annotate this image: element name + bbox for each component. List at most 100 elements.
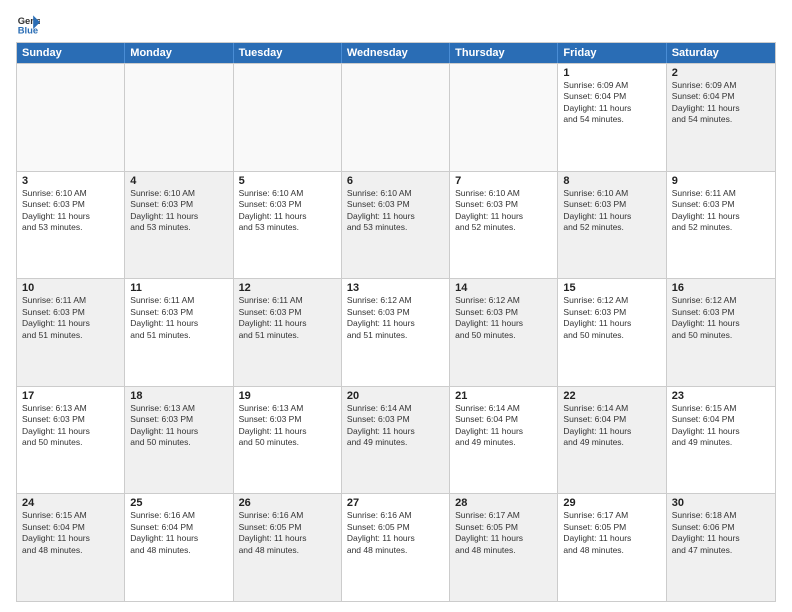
cell-info: Sunrise: 6:14 AMSunset: 6:03 PMDaylight:… <box>347 403 444 449</box>
calendar-cell <box>342 64 450 171</box>
calendar-cell <box>234 64 342 171</box>
day-number: 20 <box>347 390 444 402</box>
day-number: 26 <box>239 497 336 509</box>
cell-info: Sunrise: 6:12 AMSunset: 6:03 PMDaylight:… <box>563 295 660 341</box>
calendar: SundayMondayTuesdayWednesdayThursdayFrid… <box>16 42 776 602</box>
day-number: 12 <box>239 282 336 294</box>
day-number: 16 <box>672 282 770 294</box>
cell-info: Sunrise: 6:11 AMSunset: 6:03 PMDaylight:… <box>130 295 227 341</box>
logo-icon: General Blue <box>16 12 40 36</box>
calendar-row-1: 3Sunrise: 6:10 AMSunset: 6:03 PMDaylight… <box>17 171 775 279</box>
day-number: 14 <box>455 282 552 294</box>
cell-info: Sunrise: 6:17 AMSunset: 6:05 PMDaylight:… <box>563 510 660 556</box>
header-day-sunday: Sunday <box>17 43 125 63</box>
day-number: 23 <box>672 390 770 402</box>
calendar-cell: 18Sunrise: 6:13 AMSunset: 6:03 PMDayligh… <box>125 387 233 494</box>
calendar-cell <box>125 64 233 171</box>
day-number: 30 <box>672 497 770 509</box>
calendar-cell: 22Sunrise: 6:14 AMSunset: 6:04 PMDayligh… <box>558 387 666 494</box>
cell-info: Sunrise: 6:10 AMSunset: 6:03 PMDaylight:… <box>455 188 552 234</box>
day-number: 2 <box>672 67 770 79</box>
calendar-row-3: 17Sunrise: 6:13 AMSunset: 6:03 PMDayligh… <box>17 386 775 494</box>
day-number: 13 <box>347 282 444 294</box>
calendar-cell: 30Sunrise: 6:18 AMSunset: 6:06 PMDayligh… <box>667 494 775 601</box>
day-number: 10 <box>22 282 119 294</box>
cell-info: Sunrise: 6:16 AMSunset: 6:04 PMDaylight:… <box>130 510 227 556</box>
calendar-cell: 1Sunrise: 6:09 AMSunset: 6:04 PMDaylight… <box>558 64 666 171</box>
cell-info: Sunrise: 6:11 AMSunset: 6:03 PMDaylight:… <box>22 295 119 341</box>
calendar-cell: 23Sunrise: 6:15 AMSunset: 6:04 PMDayligh… <box>667 387 775 494</box>
day-number: 22 <box>563 390 660 402</box>
calendar-cell: 25Sunrise: 6:16 AMSunset: 6:04 PMDayligh… <box>125 494 233 601</box>
header-day-tuesday: Tuesday <box>234 43 342 63</box>
calendar-cell: 21Sunrise: 6:14 AMSunset: 6:04 PMDayligh… <box>450 387 558 494</box>
day-number: 19 <box>239 390 336 402</box>
cell-info: Sunrise: 6:15 AMSunset: 6:04 PMDaylight:… <box>672 403 770 449</box>
cell-info: Sunrise: 6:18 AMSunset: 6:06 PMDaylight:… <box>672 510 770 556</box>
day-number: 3 <box>22 175 119 187</box>
day-number: 1 <box>563 67 660 79</box>
cell-info: Sunrise: 6:12 AMSunset: 6:03 PMDaylight:… <box>672 295 770 341</box>
calendar-cell: 14Sunrise: 6:12 AMSunset: 6:03 PMDayligh… <box>450 279 558 386</box>
cell-info: Sunrise: 6:12 AMSunset: 6:03 PMDaylight:… <box>347 295 444 341</box>
calendar-cell: 3Sunrise: 6:10 AMSunset: 6:03 PMDaylight… <box>17 172 125 279</box>
calendar-cell: 19Sunrise: 6:13 AMSunset: 6:03 PMDayligh… <box>234 387 342 494</box>
cell-info: Sunrise: 6:15 AMSunset: 6:04 PMDaylight:… <box>22 510 119 556</box>
cell-info: Sunrise: 6:09 AMSunset: 6:04 PMDaylight:… <box>563 80 660 126</box>
calendar-cell <box>17 64 125 171</box>
logo: General Blue <box>16 12 44 36</box>
day-number: 8 <box>563 175 660 187</box>
cell-info: Sunrise: 6:10 AMSunset: 6:03 PMDaylight:… <box>22 188 119 234</box>
cell-info: Sunrise: 6:12 AMSunset: 6:03 PMDaylight:… <box>455 295 552 341</box>
calendar-cell: 4Sunrise: 6:10 AMSunset: 6:03 PMDaylight… <box>125 172 233 279</box>
cell-info: Sunrise: 6:13 AMSunset: 6:03 PMDaylight:… <box>239 403 336 449</box>
calendar-cell: 20Sunrise: 6:14 AMSunset: 6:03 PMDayligh… <box>342 387 450 494</box>
calendar-row-0: 1Sunrise: 6:09 AMSunset: 6:04 PMDaylight… <box>17 63 775 171</box>
calendar-cell: 15Sunrise: 6:12 AMSunset: 6:03 PMDayligh… <box>558 279 666 386</box>
calendar-row-2: 10Sunrise: 6:11 AMSunset: 6:03 PMDayligh… <box>17 278 775 386</box>
day-number: 9 <box>672 175 770 187</box>
cell-info: Sunrise: 6:11 AMSunset: 6:03 PMDaylight:… <box>239 295 336 341</box>
header-day-saturday: Saturday <box>667 43 775 63</box>
calendar-cell: 16Sunrise: 6:12 AMSunset: 6:03 PMDayligh… <box>667 279 775 386</box>
page: General Blue SundayMondayTuesdayWednesda… <box>0 0 792 612</box>
cell-info: Sunrise: 6:14 AMSunset: 6:04 PMDaylight:… <box>563 403 660 449</box>
cell-info: Sunrise: 6:13 AMSunset: 6:03 PMDaylight:… <box>22 403 119 449</box>
day-number: 29 <box>563 497 660 509</box>
cell-info: Sunrise: 6:10 AMSunset: 6:03 PMDaylight:… <box>239 188 336 234</box>
calendar-cell: 27Sunrise: 6:16 AMSunset: 6:05 PMDayligh… <box>342 494 450 601</box>
calendar-cell: 28Sunrise: 6:17 AMSunset: 6:05 PMDayligh… <box>450 494 558 601</box>
cell-info: Sunrise: 6:09 AMSunset: 6:04 PMDaylight:… <box>672 80 770 126</box>
day-number: 5 <box>239 175 336 187</box>
calendar-body: 1Sunrise: 6:09 AMSunset: 6:04 PMDaylight… <box>17 63 775 601</box>
cell-info: Sunrise: 6:14 AMSunset: 6:04 PMDaylight:… <box>455 403 552 449</box>
cell-info: Sunrise: 6:13 AMSunset: 6:03 PMDaylight:… <box>130 403 227 449</box>
day-number: 4 <box>130 175 227 187</box>
day-number: 24 <box>22 497 119 509</box>
day-number: 15 <box>563 282 660 294</box>
calendar-cell: 17Sunrise: 6:13 AMSunset: 6:03 PMDayligh… <box>17 387 125 494</box>
header-day-wednesday: Wednesday <box>342 43 450 63</box>
cell-info: Sunrise: 6:16 AMSunset: 6:05 PMDaylight:… <box>347 510 444 556</box>
calendar-cell: 2Sunrise: 6:09 AMSunset: 6:04 PMDaylight… <box>667 64 775 171</box>
day-number: 25 <box>130 497 227 509</box>
header-day-monday: Monday <box>125 43 233 63</box>
day-number: 6 <box>347 175 444 187</box>
calendar-cell: 6Sunrise: 6:10 AMSunset: 6:03 PMDaylight… <box>342 172 450 279</box>
day-number: 21 <box>455 390 552 402</box>
cell-info: Sunrise: 6:16 AMSunset: 6:05 PMDaylight:… <box>239 510 336 556</box>
calendar-header: SundayMondayTuesdayWednesdayThursdayFrid… <box>17 43 775 63</box>
calendar-cell: 26Sunrise: 6:16 AMSunset: 6:05 PMDayligh… <box>234 494 342 601</box>
calendar-cell: 9Sunrise: 6:11 AMSunset: 6:03 PMDaylight… <box>667 172 775 279</box>
day-number: 11 <box>130 282 227 294</box>
cell-info: Sunrise: 6:10 AMSunset: 6:03 PMDaylight:… <box>563 188 660 234</box>
calendar-cell: 11Sunrise: 6:11 AMSunset: 6:03 PMDayligh… <box>125 279 233 386</box>
day-number: 28 <box>455 497 552 509</box>
cell-info: Sunrise: 6:10 AMSunset: 6:03 PMDaylight:… <box>130 188 227 234</box>
header-day-thursday: Thursday <box>450 43 558 63</box>
calendar-cell <box>450 64 558 171</box>
cell-info: Sunrise: 6:10 AMSunset: 6:03 PMDaylight:… <box>347 188 444 234</box>
cell-info: Sunrise: 6:17 AMSunset: 6:05 PMDaylight:… <box>455 510 552 556</box>
calendar-cell: 7Sunrise: 6:10 AMSunset: 6:03 PMDaylight… <box>450 172 558 279</box>
calendar-row-4: 24Sunrise: 6:15 AMSunset: 6:04 PMDayligh… <box>17 493 775 601</box>
